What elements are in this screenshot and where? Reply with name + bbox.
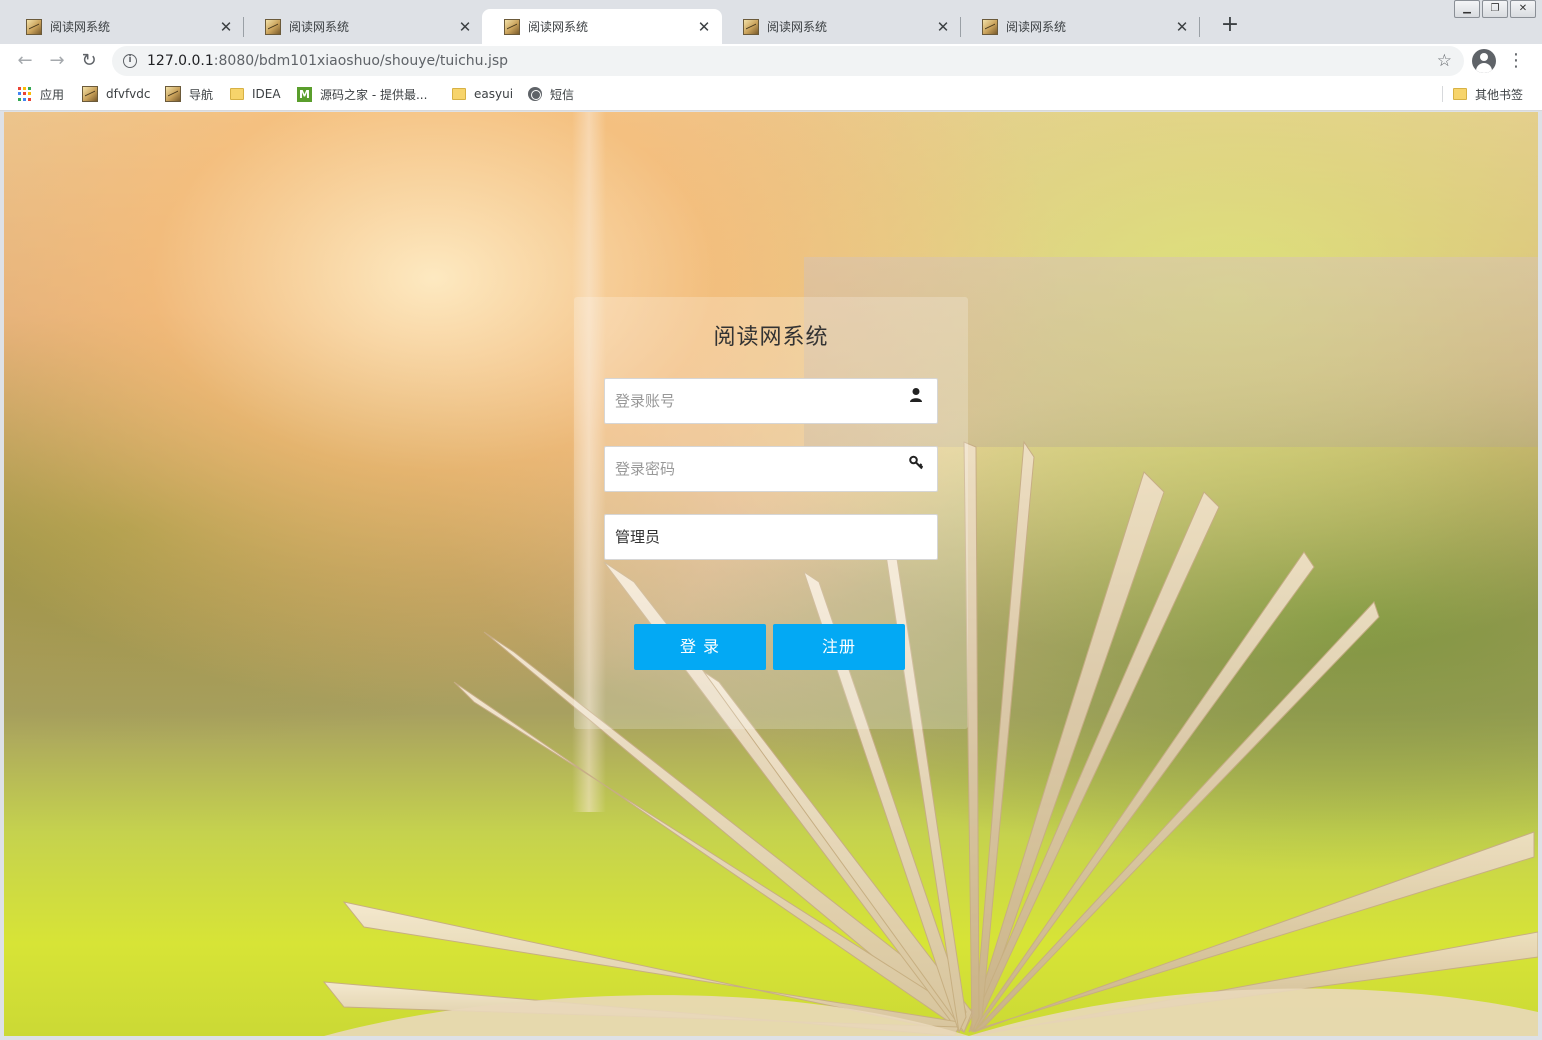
- password-field[interactable]: [604, 446, 938, 492]
- register-button[interactable]: 注册: [773, 624, 905, 670]
- tab-title: 阅读网系统: [50, 20, 111, 34]
- tab-title: 阅读网系统: [767, 20, 828, 34]
- browser-toolbar: ← → ↻ i 127.0.0.1:8080/bdm101xiaoshuo/sh…: [0, 44, 1542, 78]
- tab-title: 阅读网系统: [528, 20, 589, 34]
- bookmark-idea[interactable]: IDEA: [230, 84, 281, 104]
- close-window-icon[interactable]: ✕: [1510, 0, 1536, 18]
- m-logo-icon: M: [297, 86, 312, 102]
- folder-icon: [230, 88, 244, 100]
- folder-icon: [1453, 88, 1467, 100]
- browser-tab[interactable]: 阅读网系统 ✕: [721, 9, 961, 44]
- back-arrow-icon[interactable]: ←: [12, 48, 38, 74]
- key-icon: [909, 455, 923, 470]
- browser-tab[interactable]: 阅读网系统 ✕: [960, 9, 1200, 44]
- new-tab-plus-icon[interactable]: +: [1218, 14, 1242, 38]
- tab-close-icon[interactable]: ✕: [696, 19, 712, 35]
- browser-tab[interactable]: 阅读网系统 ✕: [4, 9, 244, 44]
- reload-icon[interactable]: ↻: [76, 48, 102, 74]
- tab-close-icon[interactable]: ✕: [1174, 19, 1190, 35]
- window-controls: ▁ ❐ ✕: [1454, 0, 1536, 18]
- kebab-menu-icon[interactable]: ⋮: [1506, 48, 1526, 74]
- bookmark-other[interactable]: 其他书签: [1453, 84, 1523, 104]
- restore-icon[interactable]: ❐: [1482, 0, 1508, 18]
- page-favicon-icon: [165, 86, 181, 102]
- account-field[interactable]: [604, 378, 938, 424]
- page-favicon-icon: [982, 18, 998, 35]
- tab-close-icon[interactable]: ✕: [218, 19, 234, 35]
- page-favicon-icon: [743, 18, 759, 35]
- page-favicon-icon: [82, 86, 98, 102]
- password-input[interactable]: [605, 447, 905, 491]
- url-text[interactable]: 127.0.0.1:8080/bdm101xiaoshuo/shouye/tui…: [147, 53, 1437, 69]
- page-favicon-icon: [504, 18, 520, 35]
- bookmark-star-icon[interactable]: ☆: [1437, 51, 1452, 71]
- folder-icon: [452, 88, 466, 100]
- profile-avatar-icon[interactable]: [1472, 49, 1496, 73]
- bookmark-dfvfvdc[interactable]: dfvfvdc: [82, 84, 150, 104]
- bookmark-apps[interactable]: 应用: [18, 84, 64, 104]
- bookmark-yuanma[interactable]: M 源码之家 - 提供最...: [297, 84, 427, 104]
- login-button[interactable]: 登 录: [634, 624, 766, 670]
- tab-title: 阅读网系统: [289, 20, 350, 34]
- login-title: 阅读网系统: [713, 325, 829, 350]
- globe-icon: [528, 87, 542, 101]
- browser-tab[interactable]: 阅读网系统 ✕: [243, 9, 483, 44]
- tab-strip: 阅读网系统 ✕ 阅读网系统 ✕ 阅读网系统 ✕ 阅读网系统 ✕ 阅读网系统 ✕ …: [0, 0, 1542, 44]
- browser-tab-active[interactable]: 阅读网系统 ✕: [482, 9, 722, 44]
- role-select[interactable]: 管理员: [604, 514, 938, 560]
- tab-close-icon[interactable]: ✕: [457, 19, 473, 35]
- page-background: 阅读网系统 管理员 登 录 注册: [4, 112, 1538, 1036]
- user-icon: [910, 388, 922, 402]
- address-bar[interactable]: i 127.0.0.1:8080/bdm101xiaoshuo/shouye/t…: [112, 46, 1464, 76]
- tab-title: 阅读网系统: [1006, 20, 1067, 34]
- page-favicon-icon: [26, 18, 42, 35]
- login-panel: 阅读网系统 管理员 登 录 注册: [574, 297, 968, 729]
- tab-close-icon[interactable]: ✕: [935, 19, 951, 35]
- account-input[interactable]: [605, 379, 905, 423]
- site-info-icon[interactable]: i: [123, 54, 137, 68]
- minimize-icon[interactable]: ▁: [1454, 0, 1480, 18]
- forward-arrow-icon[interactable]: →: [44, 48, 70, 74]
- bookmark-nav[interactable]: 导航: [165, 84, 213, 104]
- bookmark-easyui[interactable]: easyui: [452, 84, 513, 104]
- bookmark-sms[interactable]: 短信: [528, 84, 574, 104]
- page-favicon-icon: [265, 18, 281, 35]
- apps-grid-icon: [18, 87, 32, 101]
- bookmarks-bar: 应用 dfvfvdc 导航 IDEA M 源码之家 - 提供最... easyu…: [0, 78, 1542, 111]
